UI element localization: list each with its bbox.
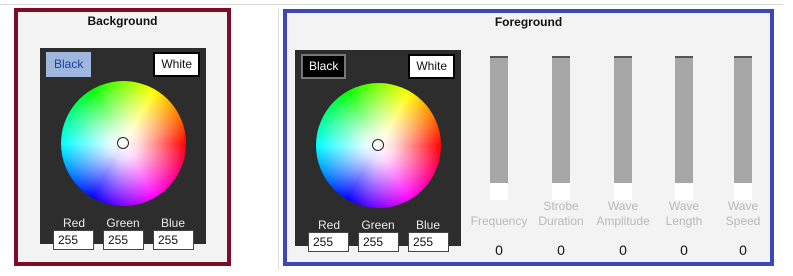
wave-amplitude-slider-thumb[interactable] (614, 183, 632, 200)
frequency-slider-track[interactable] (490, 56, 508, 200)
wave-speed-value: 0 (739, 242, 747, 258)
background-white-button[interactable]: White (153, 52, 200, 77)
panel-divider (278, 8, 279, 270)
background-green-label: Green (106, 216, 140, 230)
frequency-slider[interactable] (489, 54, 509, 202)
background-panel: Background Black White Red Green Blue (14, 8, 231, 266)
background-blue-input[interactable] (153, 230, 194, 250)
background-color-picker: Black White Red Green Blue (40, 48, 206, 250)
foreground-color-wheel[interactable] (316, 83, 441, 208)
background-wheel-cursor[interactable] (117, 137, 129, 149)
wave-speed-slider-thumb[interactable] (734, 183, 752, 200)
strobe-duration-slider-thumb[interactable] (552, 183, 570, 200)
foreground-blue-input[interactable] (408, 232, 449, 252)
frequency-label: Frequency (470, 214, 528, 228)
strobe-duration-slider[interactable] (551, 54, 571, 202)
wave-amplitude-label: Wave Amplitude (596, 199, 650, 228)
wave-speed-slider[interactable] (733, 54, 753, 202)
foreground-title: Foreground (494, 15, 563, 29)
top-rule (0, 4, 783, 5)
foreground-green-label: Green (361, 218, 395, 232)
background-black-button[interactable]: Black (46, 52, 92, 77)
wave-speed-label: Wave Speed (725, 199, 761, 228)
foreground-white-button[interactable]: White (408, 54, 455, 79)
background-red-input[interactable] (53, 230, 94, 250)
strobe-duration-value: 0 (557, 242, 565, 258)
background-green-input[interactable] (103, 230, 144, 250)
foreground-blue-label: Blue (415, 218, 441, 232)
strobe-duration-slider-track[interactable] (552, 56, 570, 200)
strobe-duration-label: Strobe Duration (538, 199, 584, 228)
foreground-black-button[interactable]: Black (301, 54, 347, 79)
wave-length-slider-thumb[interactable] (675, 183, 693, 200)
wave-amplitude-value: 0 (619, 242, 627, 258)
wave-amplitude-slider[interactable] (613, 54, 633, 202)
foreground-green-input[interactable] (358, 232, 399, 252)
frequency-value: 0 (495, 242, 503, 258)
foreground-red-label: Red (317, 218, 340, 232)
light-control-page: Background Black White Red Green Blue Fo… (0, 0, 793, 276)
foreground-red-input[interactable] (308, 232, 349, 252)
foreground-panel: Foreground Black White Red Green Blue Fr… (283, 9, 774, 266)
wave-amplitude-slider-track[interactable] (614, 56, 632, 200)
wave-length-value: 0 (680, 242, 688, 258)
frequency-slider-thumb[interactable] (490, 183, 508, 200)
wave-length-slider[interactable] (674, 54, 694, 202)
wave-speed-slider-track[interactable] (734, 56, 752, 200)
background-blue-label: Blue (160, 216, 186, 230)
foreground-color-picker: Black White Red Green Blue (295, 50, 461, 252)
foreground-wheel-cursor[interactable] (372, 139, 384, 151)
background-title: Background (87, 14, 158, 28)
wave-length-slider-track[interactable] (675, 56, 693, 200)
background-color-wheel[interactable] (61, 81, 186, 206)
background-red-label: Red (62, 216, 85, 230)
